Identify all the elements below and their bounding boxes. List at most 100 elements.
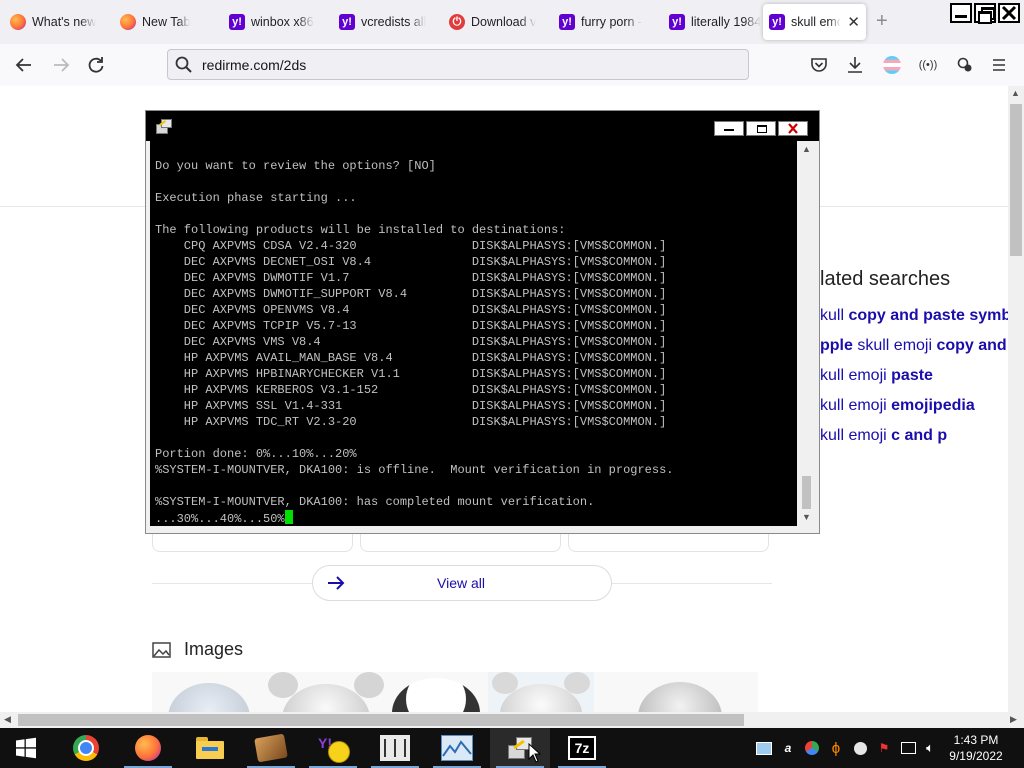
related-search-text: paste [891,367,933,384]
tray-ime-icon[interactable]: a [780,740,796,756]
media-app-taskbar-button[interactable] [241,728,301,768]
terminal-scrollbar[interactable]: ▲ ▼ [798,141,815,526]
system-clock[interactable]: 1:43 PM 9/19/2022 [940,732,1012,764]
clock-date: 9/19/2022 [949,749,1003,763]
window-restore-button[interactable] [974,3,996,24]
reload-button[interactable] [85,54,107,76]
terminal-screen[interactable]: Do you want to review the options? [NO] … [150,141,797,526]
tab[interactable]: ⏻ Download v [443,4,547,40]
forward-arrow-icon [54,58,70,72]
start-button[interactable] [0,728,52,768]
putty-terminal-window[interactable]: Do you want to review the options? [NO] … [145,110,820,534]
images-heading: Images [184,639,244,659]
tray-globe-icon[interactable] [804,740,820,756]
image-thumbnail[interactable] [268,672,384,712]
scrollbar-thumb[interactable] [18,714,744,726]
minimize-icon [955,15,967,18]
url-text[interactable]: redirme.com/2ds [202,57,306,73]
firefox-icon [120,14,136,30]
back-arrow-icon [15,58,31,72]
tab[interactable]: What's new [4,4,108,40]
extension-button-2[interactable] [954,54,976,76]
reload-icon [88,57,104,73]
related-search-link[interactable]: pple skull emoji copy and [820,337,1007,355]
related-search-text: kull emoji [820,427,892,444]
related-search-link[interactable]: kull copy and paste symb [820,307,1008,325]
related-search-text: copy and paste symb [848,307,1008,324]
tab[interactable]: y! skull emo ✕ [763,4,866,40]
tray-search-icon[interactable]: ϕ [828,740,844,757]
related-search-link[interactable]: kull emoji emojipedia [820,397,975,415]
url-bar[interactable]: redirme.com/2ds [167,49,749,80]
tray-status-icon[interactable] [852,740,868,756]
tab[interactable]: y! furry porn - [553,4,657,40]
putty-minimize-button[interactable] [714,121,744,136]
page-vertical-scrollbar[interactable]: ▲ [1008,86,1024,712]
tray-alert-icon[interactable]: ⚑ [876,740,892,756]
terminal-line: HP AXPVMS AVAIL_MAN_BASE V8.4 DISK$ALPHA… [155,351,667,365]
back-button[interactable] [13,54,35,76]
scroll-up-icon[interactable]: ▲ [802,144,811,154]
tray-display-icon[interactable] [900,740,916,756]
scroll-left-icon[interactable]: ◀ [4,714,11,725]
forward-button[interactable] [50,54,72,76]
tab[interactable]: New Tab [114,4,218,40]
terminal-line: CPQ AXPVMS CDSA V2.4-320 DISK$ALPHASYS:[… [155,239,667,253]
file-explorer-taskbar-button[interactable] [180,728,240,768]
scrollbar-thumb[interactable] [802,476,811,509]
related-search-link[interactable]: kull emoji c and p [820,427,947,445]
tab-close-icon[interactable]: ✕ [847,13,860,31]
chrome-taskbar-button[interactable] [56,728,116,768]
7zip-icon: 7z [568,736,596,760]
page-horizontal-scrollbar[interactable]: ◀ ▶ [0,712,1024,728]
putty-close-button[interactable] [778,121,808,136]
tab[interactable]: y! vcredists all [333,4,437,40]
related-search-link[interactable]: kull emoji paste [820,367,933,385]
extension-icon: ((•)) [918,59,938,71]
related-search-text: kull emoji [820,367,892,384]
tab-label: What's new [32,15,97,29]
new-tab-button[interactable]: + [876,10,888,33]
terminal-line: HP AXPVMS TDC_RT V2.3-20 DISK$ALPHASYS:[… [155,415,667,429]
close-icon [788,123,798,134]
terminal-line: DEC AXPVMS DECNET_OSI V8.4 DISK$ALPHASYS… [155,255,667,269]
related-search-text: emojipedia [891,397,975,414]
yahoo-messenger-taskbar-button[interactable]: Y! [303,728,363,768]
arrow-right-icon [328,576,345,590]
pocket-button[interactable] [808,54,830,76]
terminal-line: DEC AXPVMS DWMOTIF_SUPPORT V8.4 DISK$ALP… [155,287,667,301]
downloads-button[interactable] [844,54,866,76]
tab[interactable]: y! literally 1984 [663,4,767,40]
yahoo-icon: y! [669,14,685,30]
7zip-taskbar-button[interactable]: 7z [552,728,612,768]
tab[interactable]: y! winbox x86 [223,4,327,40]
tab-label: Download v [471,15,537,29]
tab-label: skull emo [791,15,842,29]
putty-title-bar[interactable] [146,111,819,141]
view-all-label: View all [437,575,485,591]
window-minimize-button[interactable] [950,3,972,23]
image-thumbnail[interactable] [488,672,594,712]
scrollbar-thumb[interactable] [1010,104,1022,256]
mixer-taskbar-button[interactable] [365,728,425,768]
yahoo-icon: y! [769,14,785,30]
terminal-line: Do you want to review the options? [NO] [155,159,436,173]
window-close-button[interactable] [998,3,1020,23]
scroll-right-icon[interactable]: ▶ [1010,714,1017,725]
extension-button[interactable]: ((•)) [917,54,939,76]
yahoo-messenger-icon: Y! [318,735,350,763]
firefox-taskbar-button[interactable] [118,728,178,768]
related-search-text: pple [820,337,853,354]
monitor-taskbar-button[interactable] [427,728,487,768]
account-button[interactable] [881,54,903,76]
view-all-button[interactable]: View all [312,565,612,601]
terminal-line: The following products will be installed… [155,223,566,237]
scroll-down-icon[interactable]: ▼ [802,512,811,522]
menu-button[interactable] [988,54,1010,76]
volume-icon[interactable]: 🔈︎ [922,740,938,756]
yahoo-icon: y! [559,14,575,30]
putty-maximize-button[interactable] [746,121,776,136]
tray-network-icon[interactable] [756,740,772,756]
related-search-text: skull emoji [852,337,937,354]
scroll-up-icon[interactable]: ▲ [1011,88,1020,98]
